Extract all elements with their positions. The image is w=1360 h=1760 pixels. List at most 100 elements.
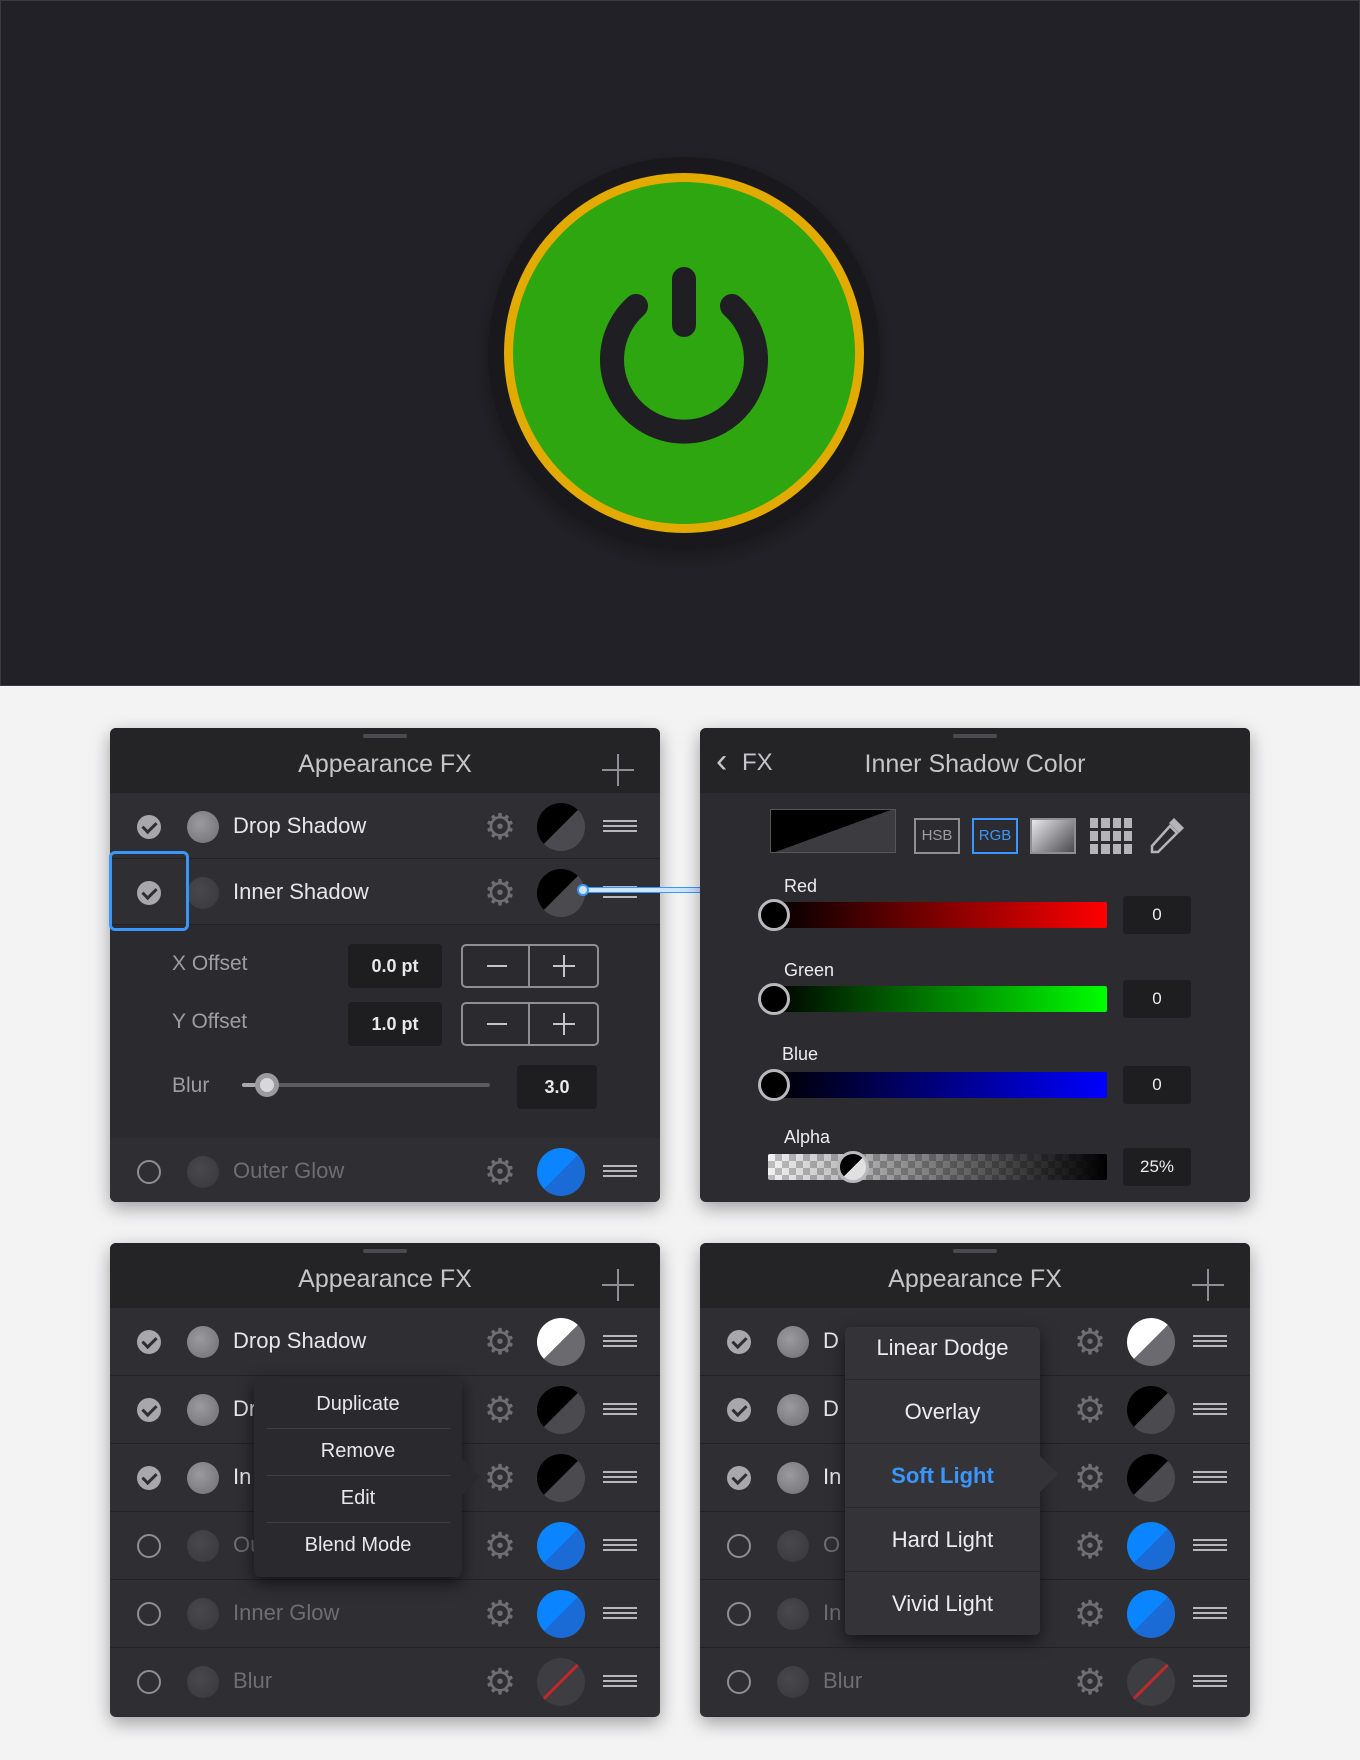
panel-grip[interactable] [363, 1249, 407, 1253]
blue-value-field[interactable]: 0 [1123, 1066, 1191, 1104]
enable-checkbox[interactable] [137, 1534, 161, 1558]
enable-checkbox[interactable] [137, 1398, 161, 1422]
drag-handle-icon[interactable] [603, 1165, 637, 1177]
color-swatch[interactable] [537, 1386, 585, 1434]
color-swatch[interactable] [1127, 1318, 1175, 1366]
drag-handle-icon[interactable] [603, 1471, 637, 1483]
fx-row[interactable]: Blur ⚙ [110, 1648, 660, 1716]
add-effect-button[interactable] [602, 754, 634, 786]
hsb-mode-button[interactable]: HSB [914, 818, 960, 854]
menu-item-blend-mode[interactable]: Blend Mode [254, 1534, 462, 1557]
fx-row-outer-glow[interactable]: Outer Glow ⚙ [110, 1138, 660, 1202]
blue-slider[interactable] [772, 1072, 1107, 1098]
color-swatch[interactable] [537, 1522, 585, 1570]
color-swatch[interactable] [1127, 1386, 1175, 1434]
gear-icon[interactable]: ⚙ [482, 809, 518, 845]
menu-item-edit[interactable]: Edit [254, 1487, 462, 1510]
enable-checkbox[interactable] [137, 1330, 161, 1354]
enable-checkbox[interactable] [727, 1466, 751, 1490]
color-swatch[interactable] [1127, 1454, 1175, 1502]
drag-handle-icon[interactable] [1193, 1539, 1227, 1551]
drag-handle-icon[interactable] [1193, 1335, 1227, 1347]
color-swatch[interactable] [537, 803, 585, 851]
gear-icon[interactable]: ⚙ [482, 1324, 518, 1360]
gear-icon[interactable]: ⚙ [482, 1664, 518, 1700]
green-value-field[interactable]: 0 [1123, 980, 1191, 1018]
fx-row[interactable]: Blur ⚙ [700, 1648, 1250, 1716]
drag-handle-icon[interactable] [603, 1403, 637, 1415]
gear-icon[interactable]: ⚙ [1072, 1460, 1108, 1496]
decrement-button[interactable] [463, 1004, 530, 1044]
drag-handle-icon[interactable] [603, 820, 637, 832]
red-slider-thumb[interactable] [758, 899, 790, 931]
enable-checkbox[interactable] [137, 1670, 161, 1694]
blend-mode-linear-dodge[interactable]: Linear Dodge [845, 1327, 1040, 1380]
x-offset-field[interactable]: 0.0 pt [348, 944, 442, 988]
eyedropper-icon[interactable] [1148, 814, 1188, 856]
gear-icon[interactable]: ⚙ [482, 875, 518, 911]
green-slider-thumb[interactable] [758, 983, 790, 1015]
alpha-slider-thumb[interactable] [837, 1151, 869, 1183]
gear-icon[interactable]: ⚙ [482, 1392, 518, 1428]
gear-icon[interactable]: ⚙ [482, 1596, 518, 1632]
gear-icon[interactable]: ⚙ [482, 1460, 518, 1496]
fx-row-drop-shadow[interactable]: Drop Shadow ⚙ [110, 793, 660, 859]
enable-checkbox[interactable] [727, 1398, 751, 1422]
drag-handle-icon[interactable] [1193, 1607, 1227, 1619]
add-effect-button[interactable] [602, 1269, 634, 1301]
enable-checkbox[interactable] [727, 1330, 751, 1354]
fx-row[interactable]: Inner Glow ⚙ [110, 1580, 660, 1648]
blend-mode-hard-light[interactable]: Hard Light [845, 1508, 1040, 1572]
enable-checkbox[interactable] [137, 1466, 161, 1490]
blend-mode-soft-light[interactable]: Soft Light [845, 1444, 1040, 1508]
blend-mode-overlay[interactable]: Overlay [845, 1380, 1040, 1444]
blur-value-field[interactable]: 3.0 [517, 1065, 597, 1109]
color-swatch[interactable] [537, 1658, 585, 1706]
decrement-button[interactable] [463, 946, 530, 986]
color-swatch[interactable] [537, 1590, 585, 1638]
enable-checkbox[interactable] [137, 1160, 161, 1184]
color-swatch[interactable] [537, 1148, 585, 1196]
drag-handle-icon[interactable] [1193, 1675, 1227, 1687]
gear-icon[interactable]: ⚙ [1072, 1392, 1108, 1428]
color-swatch[interactable] [537, 1318, 585, 1366]
increment-button[interactable] [530, 1004, 597, 1044]
gear-icon[interactable]: ⚙ [1072, 1528, 1108, 1564]
gear-icon[interactable]: ⚙ [1072, 1664, 1108, 1700]
fx-row[interactable]: Drop Shadow ⚙ [110, 1308, 660, 1376]
button-face[interactable] [513, 182, 855, 524]
drag-handle-icon[interactable] [603, 1675, 637, 1687]
enable-checkbox[interactable] [137, 815, 161, 839]
drag-handle-icon[interactable] [603, 1539, 637, 1551]
blend-mode-vivid-light[interactable]: Vivid Light [845, 1572, 1040, 1635]
swatch-grid-icon[interactable] [1090, 818, 1132, 854]
gradient-mode-icon[interactable] [1030, 818, 1076, 854]
alpha-slider[interactable] [768, 1154, 1107, 1180]
drag-handle-icon[interactable] [1193, 1403, 1227, 1415]
color-swatch[interactable] [537, 1454, 585, 1502]
drag-handle-icon[interactable] [1193, 1471, 1227, 1483]
gear-icon[interactable]: ⚙ [1072, 1596, 1108, 1632]
menu-item-duplicate[interactable]: Duplicate [254, 1393, 462, 1416]
blur-slider[interactable] [242, 1073, 490, 1097]
drag-handle-icon[interactable] [603, 1335, 637, 1347]
increment-button[interactable] [530, 946, 597, 986]
red-value-field[interactable]: 0 [1123, 896, 1191, 934]
enable-checkbox[interactable] [727, 1670, 751, 1694]
gear-icon[interactable]: ⚙ [482, 1528, 518, 1564]
panel-grip[interactable] [953, 734, 997, 738]
alpha-value-field[interactable]: 25% [1123, 1148, 1191, 1186]
red-slider[interactable] [772, 902, 1107, 928]
blur-slider-thumb[interactable] [255, 1073, 279, 1097]
drag-handle-icon[interactable] [603, 1607, 637, 1619]
gear-icon[interactable]: ⚙ [482, 1154, 518, 1190]
enable-checkbox[interactable] [727, 1602, 751, 1626]
rgb-mode-button[interactable]: RGB [972, 818, 1018, 854]
enable-checkbox[interactable] [727, 1534, 751, 1558]
add-effect-button[interactable] [1192, 1269, 1224, 1301]
color-swatch[interactable] [1127, 1522, 1175, 1570]
panel-grip[interactable] [953, 1249, 997, 1253]
x-offset-stepper[interactable] [461, 944, 599, 988]
y-offset-stepper[interactable] [461, 1002, 599, 1046]
y-offset-field[interactable]: 1.0 pt [348, 1002, 442, 1046]
